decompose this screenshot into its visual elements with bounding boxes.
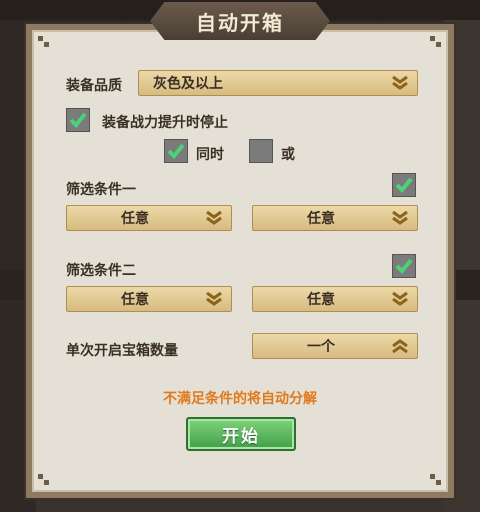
filter1-label: 筛选条件一 bbox=[66, 182, 136, 198]
filter1-left-value: 任意 bbox=[121, 211, 149, 227]
double-chevron-up-icon bbox=[389, 335, 411, 357]
filter2-right-value: 任意 bbox=[307, 292, 335, 308]
filter2-left-value: 任意 bbox=[121, 292, 149, 308]
start-button[interactable]: 开始 bbox=[186, 417, 296, 451]
double-chevron-down-icon bbox=[389, 207, 411, 229]
filter2-checkbox[interactable] bbox=[392, 254, 416, 278]
corner-ornament bbox=[430, 474, 442, 486]
stop-on-power-up-label: 装备战力提升时停止 bbox=[102, 115, 228, 131]
corner-ornament bbox=[38, 474, 50, 486]
and-checkbox[interactable] bbox=[164, 139, 188, 163]
filter2-right-dropdown[interactable]: 任意 bbox=[252, 286, 418, 312]
check-icon bbox=[395, 258, 413, 274]
double-chevron-down-icon bbox=[203, 207, 225, 229]
dialog-title: 自动开箱 bbox=[196, 10, 284, 35]
check-icon bbox=[69, 112, 87, 128]
corner-ornament bbox=[430, 36, 442, 48]
quality-dropdown[interactable]: 灰色及以上 bbox=[138, 70, 418, 96]
quality-label: 装备品质 bbox=[66, 78, 122, 94]
or-checkbox[interactable] bbox=[249, 139, 273, 163]
and-label: 同时 bbox=[196, 147, 224, 163]
or-label: 或 bbox=[281, 147, 295, 163]
filter1-right-value: 任意 bbox=[307, 211, 335, 227]
open-count-label: 单次开启宝箱数量 bbox=[66, 343, 178, 359]
check-icon bbox=[395, 177, 413, 193]
filter1-right-dropdown[interactable]: 任意 bbox=[252, 205, 418, 231]
corner-ornament bbox=[38, 36, 50, 48]
filter1-checkbox[interactable] bbox=[392, 173, 416, 197]
open-count-value: 一个 bbox=[307, 339, 335, 355]
decompose-notice: 不满足条件的将自动分解 bbox=[163, 391, 317, 407]
double-chevron-down-icon bbox=[203, 288, 225, 310]
stop-on-power-up-checkbox[interactable] bbox=[66, 108, 90, 132]
filter2-left-dropdown[interactable]: 任意 bbox=[66, 286, 232, 312]
quality-value: 灰色及以上 bbox=[153, 76, 223, 92]
check-icon bbox=[167, 143, 185, 159]
open-count-dropdown[interactable]: 一个 bbox=[252, 333, 418, 359]
filter1-left-dropdown[interactable]: 任意 bbox=[66, 205, 232, 231]
filter2-label: 筛选条件二 bbox=[66, 263, 136, 279]
dialog-title-banner: 自动开箱 bbox=[150, 2, 330, 40]
double-chevron-down-icon bbox=[389, 288, 411, 310]
double-chevron-down-icon bbox=[389, 72, 411, 94]
